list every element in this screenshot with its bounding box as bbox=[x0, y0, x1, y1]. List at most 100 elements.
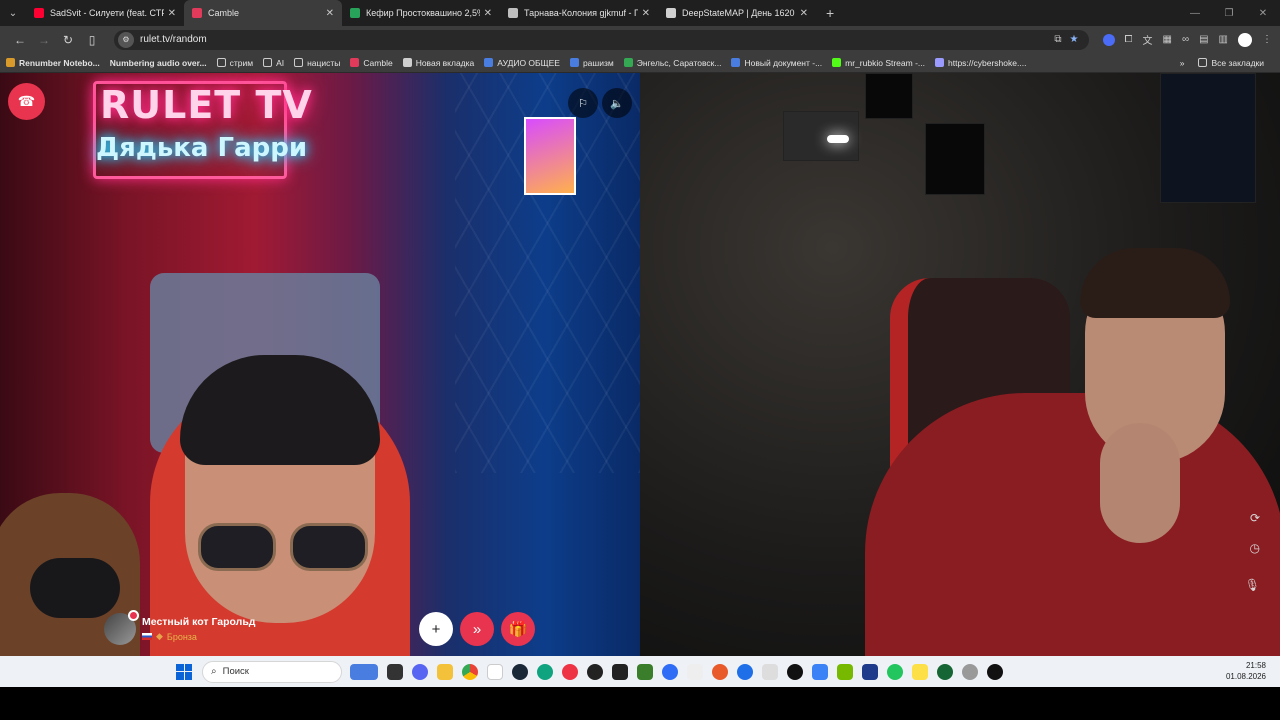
bookmark-label: mr_rubkio Stream -... bbox=[845, 57, 925, 68]
file-explorer-icon[interactable] bbox=[437, 663, 453, 680]
gift-button[interactable]: 🎁 bbox=[501, 612, 535, 646]
tab-favicon bbox=[350, 8, 360, 18]
browser-toolbar: ← → ↻ ▯ ⚙ rulet.tv/random ⧉ ★ ⧠ 文 ▦ ∞ ▤ … bbox=[0, 26, 1280, 53]
app-icon[interactable] bbox=[537, 663, 553, 680]
bookmark-star-icon[interactable]: ★ bbox=[1070, 34, 1079, 45]
bookmark-item[interactable]: АУДИО ОБЩЕЕ bbox=[484, 58, 560, 68]
bookmark-item[interactable]: стрим bbox=[216, 58, 253, 68]
discord-icon[interactable] bbox=[412, 663, 428, 680]
volume-button[interactable]: 🔈 bbox=[602, 88, 632, 118]
app-icon[interactable] bbox=[812, 663, 828, 680]
app-icon[interactable] bbox=[687, 663, 703, 680]
bookmark-item[interactable]: Renumber Notebo... bbox=[6, 58, 100, 68]
bookmark-favicon bbox=[484, 58, 494, 67]
bookmark-item[interactable]: Энгельс, Саратовск... bbox=[623, 58, 721, 68]
tab-close-icon[interactable]: ✕ bbox=[642, 8, 650, 19]
razer-icon[interactable] bbox=[887, 663, 903, 680]
taskbar-search[interactable]: ⌕ Поиск bbox=[202, 660, 342, 683]
app-icon[interactable] bbox=[587, 663, 603, 680]
report-flag-button[interactable]: ⚐ bbox=[568, 88, 598, 118]
app-icon[interactable] bbox=[937, 663, 953, 680]
app-icon[interactable] bbox=[862, 663, 878, 680]
back-arrow-icon[interactable]: ← bbox=[8, 33, 32, 47]
forward-arrow-icon[interactable]: → bbox=[32, 33, 56, 47]
minimize-icon[interactable]: — bbox=[1178, 0, 1212, 26]
install-app-icon[interactable]: ⧉ bbox=[1054, 34, 1061, 45]
address-bar[interactable]: ⚙ rulet.tv/random ⧉ ★ bbox=[114, 29, 1089, 50]
extensions-puzzle-icon[interactable]: ⧠ bbox=[1125, 34, 1133, 45]
nvidia-icon[interactable] bbox=[837, 663, 853, 680]
start-windows-icon[interactable] bbox=[176, 663, 192, 680]
url-text[interactable]: rulet.tv/random bbox=[140, 34, 1054, 45]
more-bookmarks-icon[interactable]: » bbox=[1180, 58, 1185, 68]
profile-avatar[interactable] bbox=[1238, 32, 1252, 47]
tab-close-icon[interactable]: ✕ bbox=[326, 8, 334, 19]
tab-close-icon[interactable]: ✕ bbox=[484, 8, 492, 19]
bookmark-item[interactable]: mr_rubkio Stream -... bbox=[832, 58, 925, 68]
app-icon[interactable] bbox=[712, 663, 728, 680]
bookmark-item[interactable]: нацисты bbox=[294, 58, 340, 68]
all-bookmarks-folder[interactable]: Все закладки bbox=[1198, 58, 1264, 68]
bookmark-item[interactable]: Numbering audio over... bbox=[110, 58, 207, 68]
reload-icon[interactable]: ↻ bbox=[56, 33, 80, 47]
folder-icon bbox=[294, 58, 304, 67]
app-icon[interactable] bbox=[662, 663, 678, 680]
app-icon[interactable] bbox=[962, 663, 978, 680]
chrome-icon[interactable] bbox=[462, 663, 478, 680]
browser-tab[interactable]: Camble ✕ bbox=[184, 0, 342, 26]
steam-icon[interactable] bbox=[512, 663, 528, 680]
browser-tab[interactable]: Кефир Простоквашино 2,5%, ✕ bbox=[342, 0, 500, 26]
terminal-icon[interactable] bbox=[612, 663, 628, 680]
taskview-icon[interactable] bbox=[387, 663, 403, 680]
bookmark-item[interactable]: Camble bbox=[350, 58, 393, 68]
browser-tab[interactable]: DeepStateMAP | День 1620 | М ✕ bbox=[658, 0, 816, 26]
microphone-icon[interactable]: 🎙 bbox=[1245, 578, 1260, 592]
sidepanel-icon[interactable]: ▥ bbox=[1219, 34, 1228, 45]
obs-icon[interactable] bbox=[987, 663, 1003, 680]
app-icon[interactable] bbox=[637, 663, 653, 680]
bookmark-item[interactable]: Новая вкладка bbox=[402, 58, 474, 68]
switch-camera-icon[interactable]: ⟳ bbox=[1250, 511, 1260, 525]
close-window-icon[interactable]: ✕ bbox=[1246, 0, 1280, 26]
split-view-icon[interactable]: ▯ bbox=[80, 33, 104, 47]
bookmark-item[interactable]: Новый документ -... bbox=[731, 58, 822, 68]
grid-icon[interactable]: ▦ bbox=[1163, 34, 1172, 45]
extension-icon[interactable] bbox=[1102, 33, 1115, 46]
app-icon[interactable] bbox=[912, 663, 928, 680]
restore-icon[interactable]: ❐ bbox=[1212, 0, 1246, 26]
bookmark-favicon bbox=[832, 58, 842, 67]
system-clock[interactable]: 21:58 01.08.2026 bbox=[1226, 660, 1266, 682]
bookmark-item[interactable]: https://cybershoke.... bbox=[935, 58, 1026, 68]
translate-icon[interactable]: 文 bbox=[1143, 32, 1153, 47]
link-icon[interactable]: ∞ bbox=[1182, 34, 1189, 45]
add-friend-button[interactable]: + bbox=[419, 612, 453, 646]
partner-info: Местный кот Гарольд ◆ Бронза bbox=[104, 610, 255, 646]
bookmark-item[interactable]: AI bbox=[263, 58, 284, 68]
browser-tab[interactable]: Тарнава-Колония gjkmuf - По ✕ bbox=[500, 0, 658, 26]
timer-icon[interactable]: ◷ bbox=[1250, 541, 1260, 555]
chatgpt-icon[interactable] bbox=[787, 663, 803, 680]
bookmark-label: Numbering audio over... bbox=[109, 57, 207, 68]
tab-close-icon[interactable]: ✕ bbox=[800, 8, 808, 19]
partner-avatar[interactable] bbox=[104, 610, 139, 645]
app-icon[interactable] bbox=[762, 663, 778, 680]
app-icon[interactable] bbox=[737, 663, 753, 680]
menu-kebab-icon[interactable]: ⋮ bbox=[1262, 34, 1272, 45]
tab-close-icon[interactable]: ✕ bbox=[168, 8, 176, 19]
new-tab-button[interactable]: + bbox=[826, 5, 834, 21]
telegram-icon[interactable] bbox=[562, 663, 578, 680]
shoe-app-icon[interactable] bbox=[350, 663, 378, 680]
tab-search-chevron-icon[interactable]: ⌄ bbox=[0, 0, 26, 26]
tab-title: Camble bbox=[208, 8, 240, 18]
partner-name[interactable]: Местный кот Гарольд bbox=[142, 616, 255, 628]
browser-tab[interactable]: SadSvit - Силуети (feat. СТРУК ✕ bbox=[26, 0, 184, 26]
self-body bbox=[865, 393, 1280, 656]
end-call-button[interactable]: ☎ bbox=[8, 83, 45, 120]
bookmark-item[interactable]: рашизм bbox=[569, 58, 614, 68]
wall-frame bbox=[925, 123, 985, 195]
site-info-icon[interactable]: ⚙ bbox=[118, 31, 134, 48]
next-partner-button[interactable]: » bbox=[460, 612, 494, 646]
tab-icon[interactable]: ▤ bbox=[1199, 34, 1208, 45]
self-hair bbox=[1080, 248, 1230, 318]
notepad-icon[interactable] bbox=[487, 663, 503, 680]
